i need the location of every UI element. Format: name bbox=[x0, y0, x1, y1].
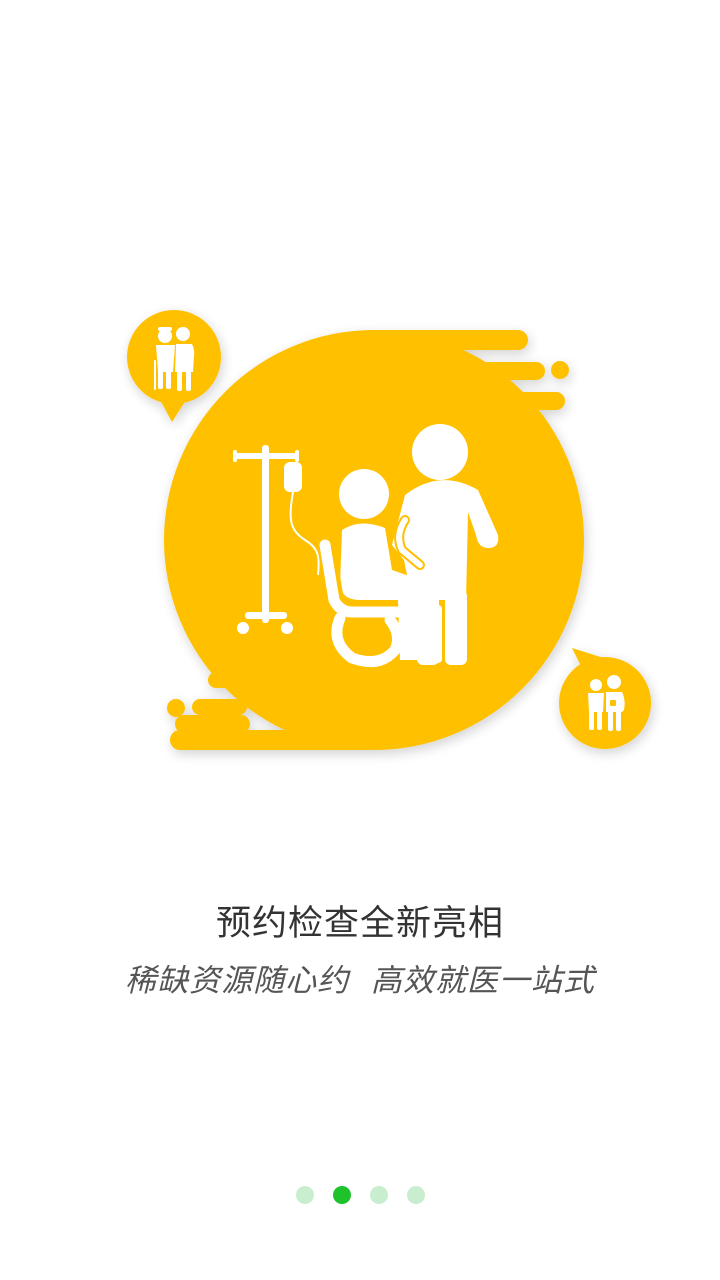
speech-bubble-top-left bbox=[127, 310, 221, 422]
onboarding-subtitle: 稀缺资源随心约 高效就医一站式 bbox=[125, 963, 595, 999]
speech-bubble-bottom-right bbox=[559, 648, 651, 749]
page-dot-4[interactable] bbox=[406, 1186, 425, 1204]
page-dot-3[interactable] bbox=[369, 1186, 388, 1204]
onboarding-illustration bbox=[127, 310, 651, 750]
onboarding-title: 预约检查全新亮相 bbox=[215, 904, 504, 944]
onboarding-screen: 预约检查全新亮相 稀缺资源随心约 高效就医一站式 bbox=[0, 0, 720, 1280]
page-dot-1[interactable] bbox=[295, 1186, 314, 1204]
page-indicator bbox=[0, 1186, 720, 1204]
page-dot-2-active[interactable] bbox=[332, 1186, 351, 1204]
